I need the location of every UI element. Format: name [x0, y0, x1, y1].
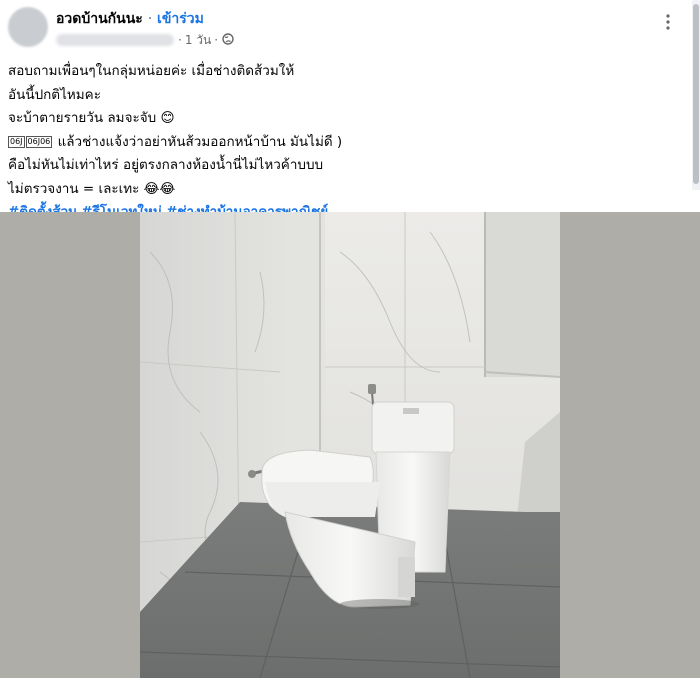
separator: ·	[147, 11, 153, 27]
more-options-icon	[666, 14, 670, 34]
post-line-4: 06J 06J06 แล้วช่างแจ้งว่าอย่าหันส้วมออกหน…	[8, 131, 678, 155]
post-line-1: สอบถามเพื่อนๆในกลุ่มหน่อยค่ะ เมื่อช่างติ…	[8, 63, 295, 79]
author-name-blurred[interactable]	[56, 34, 174, 46]
separator: ·	[178, 33, 182, 47]
code-box: 06J06	[25, 135, 53, 148]
photo-backdrop	[0, 212, 700, 678]
toilet-photo-illustration	[140, 212, 560, 678]
post-line-3: จะบ้าตายรายวัน ลมจะจับ 😊	[8, 110, 175, 126]
join-button[interactable]: เข้าร่วม	[157, 11, 204, 27]
post-photo[interactable]	[140, 212, 560, 678]
group-title-row: อวดบ้านกันนะ · เข้าร่วม	[56, 8, 204, 30]
separator: ·	[214, 33, 219, 47]
more-options-button[interactable]	[656, 12, 680, 36]
post-meta: · 1 วัน ·	[56, 32, 234, 48]
globe-icon	[222, 32, 234, 48]
post-line-4-text: แล้วช่างแจ้งว่าอย่าหันส้วมออกหน้าบ้าน มั…	[57, 133, 343, 150]
post-line-6: ไม่ตรวจงาน = เละเทะ 😂😂	[8, 180, 176, 197]
post-body: สอบถามเพื่อนๆในกลุ่มหน่อยค่ะ เมื่อช่างติ…	[8, 60, 678, 225]
group-name[interactable]: อวดบ้านกันนะ	[56, 11, 143, 27]
scrollbar[interactable]	[692, 0, 700, 190]
code-box: 06J	[8, 135, 25, 148]
post-header: อวดบ้านกันนะ · เข้าร่วม · 1 วัน ·	[0, 0, 700, 56]
post-time[interactable]: 1 วัน	[185, 31, 211, 50]
post-line-5: คือไม่หันไม่เท่าไหร่ อยู่ตรงกลางห้องน้ำน…	[8, 157, 324, 173]
post-line-2: อันนี้ปกติไหมคะ	[8, 86, 101, 103]
scrollbar-thumb[interactable]	[693, 4, 699, 184]
avatar[interactable]	[8, 7, 48, 47]
